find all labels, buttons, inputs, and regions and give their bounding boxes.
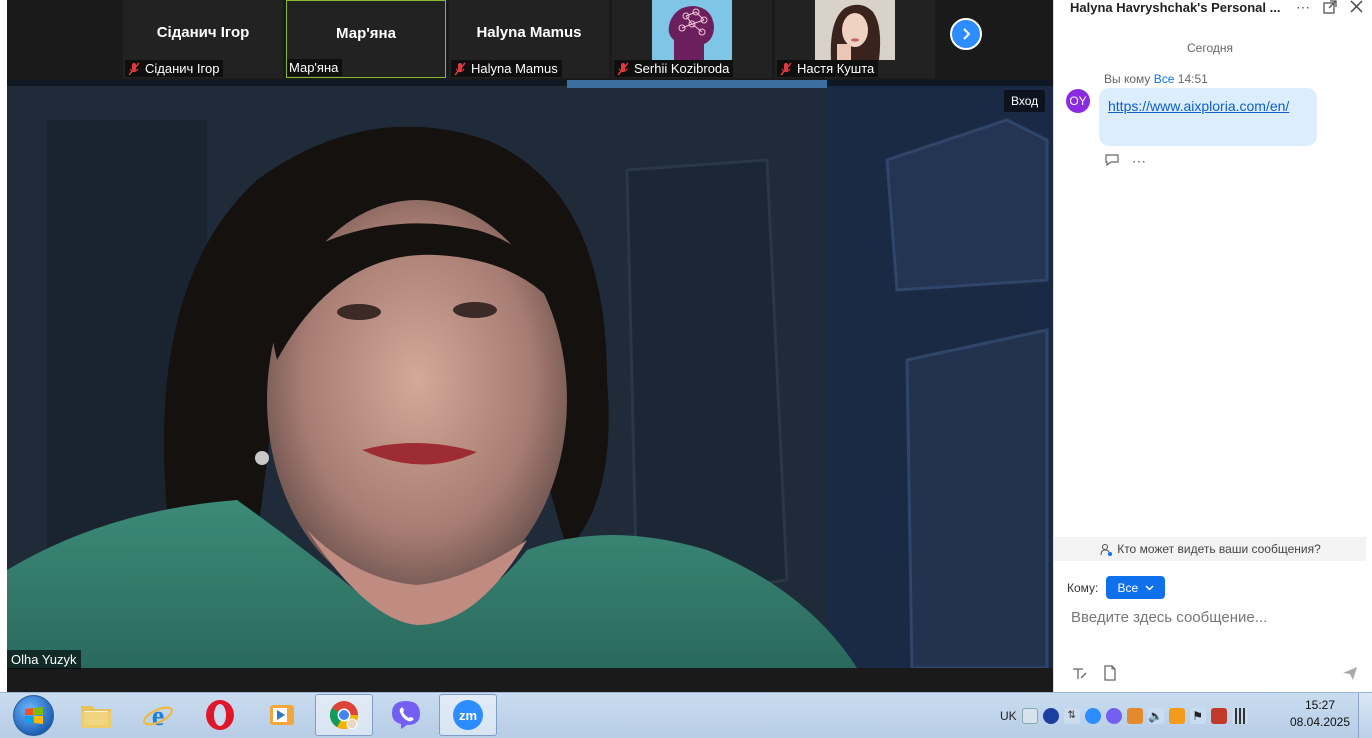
clock-time: 15:27: [1304, 698, 1336, 712]
participants-strip: Сіданич Ігор Сіданич Ігор Мар'яна Мар'ян…: [7, 0, 1053, 80]
next-page-button[interactable]: [950, 18, 982, 50]
clock[interactable]: 15:27 08.04.2025: [1287, 697, 1353, 731]
participant-caption: Мар'яна: [287, 59, 343, 76]
viber-icon: [392, 701, 420, 729]
mic-muted-icon: [128, 62, 140, 75]
recipient-value: Все: [1117, 580, 1139, 595]
speaker-video: [7, 80, 1053, 668]
network-signal-icon[interactable]: [1231, 708, 1248, 724]
participant-caption: Сіданич Ігор: [125, 60, 224, 77]
message-time: 14:51: [1177, 72, 1208, 86]
opera-button[interactable]: [191, 694, 249, 736]
folder-icon: [81, 706, 111, 728]
participant-name-large: Сіданич Ігор: [156, 24, 250, 41]
keyboard-icon[interactable]: [1021, 708, 1038, 724]
mic-muted-icon: [780, 62, 792, 75]
chat-header: Halyna Havryshchak's Personal ... ⋯: [1054, 0, 1367, 18]
message-input[interactable]: [1071, 606, 1351, 628]
antivirus-tray-icon[interactable]: [1210, 708, 1227, 724]
person-lock-icon: [1100, 543, 1113, 556]
participant-caption: Serhii Kozibroda: [614, 60, 734, 77]
day-separator: Сегодня: [1187, 41, 1233, 55]
participant-caption-text: Мар'яна: [289, 60, 339, 75]
close-icon[interactable]: [1348, 0, 1364, 16]
video-bottom-bar: [7, 668, 1053, 692]
zoom-button[interactable]: zm: [439, 694, 497, 736]
svg-text:zm: zm: [459, 708, 477, 723]
window-edge: [0, 0, 7, 692]
avatar: OY: [1066, 89, 1090, 113]
help-icon[interactable]: [1042, 708, 1059, 724]
speaker-video-frame: [7, 80, 1053, 668]
participant-caption-text: Сіданич Ігор: [145, 61, 220, 76]
language-indicator[interactable]: UK: [1000, 709, 1017, 723]
recipient-label: Кому:: [1067, 580, 1099, 595]
message-meta: Вы кому Все 14:51: [1104, 72, 1208, 86]
participant-caption: Настя Кушта: [777, 60, 879, 77]
notification-tray-icon[interactable]: [1126, 708, 1143, 724]
action-center-flag-icon[interactable]: ⚑: [1189, 708, 1206, 724]
viber-button[interactable]: [377, 694, 435, 736]
participant-tile[interactable]: Сіданич Ігор Сіданич Ігор: [123, 0, 283, 78]
recipient-row: Кому: Все: [1067, 576, 1166, 599]
format-text-icon[interactable]: [1070, 664, 1088, 682]
chat-title: Halyna Havryshchak's Personal ...: [1070, 0, 1281, 15]
pop-out-icon[interactable]: [1322, 0, 1338, 16]
chrome-button[interactable]: [315, 694, 373, 736]
send-icon[interactable]: [1341, 664, 1359, 682]
show-desktop-button[interactable]: [1358, 693, 1372, 738]
windows-logo-icon: [24, 706, 43, 724]
participant-caption-text: Serhii Kozibroda: [634, 61, 730, 76]
participant-caption-text: Halyna Mamus: [471, 61, 558, 76]
system-tray: UK ⇅ 🔈 ⚑: [1000, 693, 1248, 738]
enter-button[interactable]: Вход: [1004, 90, 1046, 112]
media-player-button[interactable]: [253, 694, 311, 736]
internet-explorer-button[interactable]: e: [129, 694, 187, 736]
speaker-name-label: Olha Yuzyk: [7, 650, 81, 669]
media-player-icon: [270, 705, 294, 725]
participant-name-large: Halyna Mamus: [476, 24, 582, 41]
chrome-icon: [330, 701, 358, 730]
participant-tile[interactable]: Настя Кушта: [775, 0, 935, 78]
media-tray-icon[interactable]: [1168, 708, 1185, 724]
opera-icon: [206, 700, 234, 730]
who-can-see-text: Кто может видеть ваши сообщения?: [1117, 542, 1321, 556]
message-sender: Вы кому: [1104, 72, 1151, 86]
mic-muted-icon: [454, 62, 466, 75]
message-recipient[interactable]: Все: [1154, 72, 1175, 86]
svg-text:e: e: [152, 701, 164, 731]
brain-avatar-image: [652, 0, 732, 60]
volume-icon[interactable]: 🔈: [1147, 708, 1164, 724]
file-attach-icon[interactable]: [1101, 664, 1119, 682]
tray-arrows-icon[interactable]: ⇅: [1063, 708, 1080, 724]
start-button[interactable]: [13, 695, 54, 736]
file-explorer-button[interactable]: [67, 694, 125, 736]
message-actions: ⋯: [1104, 153, 1146, 170]
chat-panel: Halyna Havryshchak's Personal ... ⋯ Сего…: [1053, 0, 1367, 692]
participant-tile[interactable]: Serhii Kozibroda: [612, 0, 772, 78]
message-more-icon[interactable]: ⋯: [1132, 153, 1146, 170]
participant-tile[interactable]: Мар'яна Мар'яна: [286, 0, 446, 78]
zoom-tray-icon[interactable]: [1084, 708, 1101, 724]
chevron-right-icon: [963, 28, 971, 40]
window-edge: [1366, 0, 1372, 692]
participant-name-large: Мар'яна: [336, 25, 396, 42]
taskbar: e zm UK ⇅ 🔈 ⚑ 15:27 08.04.2025: [0, 692, 1372, 738]
recipient-dropdown[interactable]: Все: [1106, 576, 1166, 599]
viber-tray-icon[interactable]: [1105, 708, 1122, 724]
chevron-down-icon: [1145, 584, 1154, 591]
portrait-avatar-image: [815, 0, 895, 60]
mic-muted-icon: [617, 62, 629, 75]
message-link[interactable]: https://www.aixploria.com/en/: [1108, 98, 1289, 114]
message-bubble: https://www.aixploria.com/en/: [1099, 88, 1317, 146]
participant-caption: Halyna Mamus: [451, 60, 562, 77]
more-options-icon[interactable]: ⋯: [1295, 0, 1311, 16]
reply-icon[interactable]: [1104, 153, 1120, 167]
participant-caption-text: Настя Кушта: [797, 61, 875, 76]
zoom-icon: zm: [453, 700, 483, 730]
clock-date: 08.04.2025: [1289, 715, 1351, 729]
internet-explorer-icon: e: [143, 701, 173, 731]
participant-tile[interactable]: Halyna Mamus Halyna Mamus: [449, 0, 609, 78]
who-can-see-notice[interactable]: Кто может видеть ваши сообщения?: [1054, 537, 1367, 561]
